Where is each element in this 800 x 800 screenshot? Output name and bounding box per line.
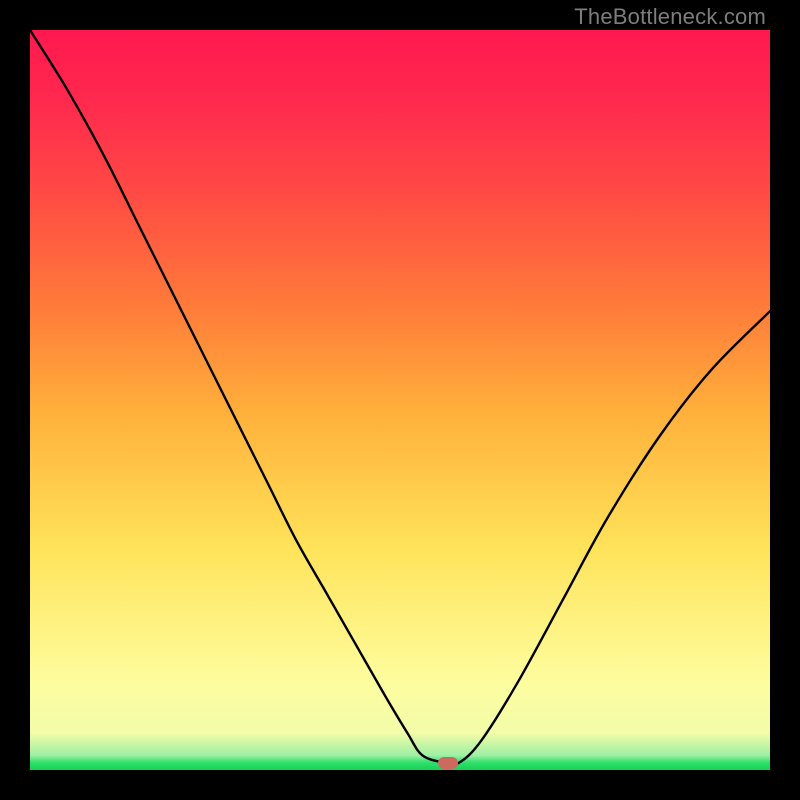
plot-area — [30, 30, 770, 770]
chart-frame: TheBottleneck.com — [0, 0, 800, 800]
bottleneck-curve — [30, 30, 770, 770]
minimum-marker — [438, 757, 458, 769]
watermark-text: TheBottleneck.com — [574, 4, 766, 30]
